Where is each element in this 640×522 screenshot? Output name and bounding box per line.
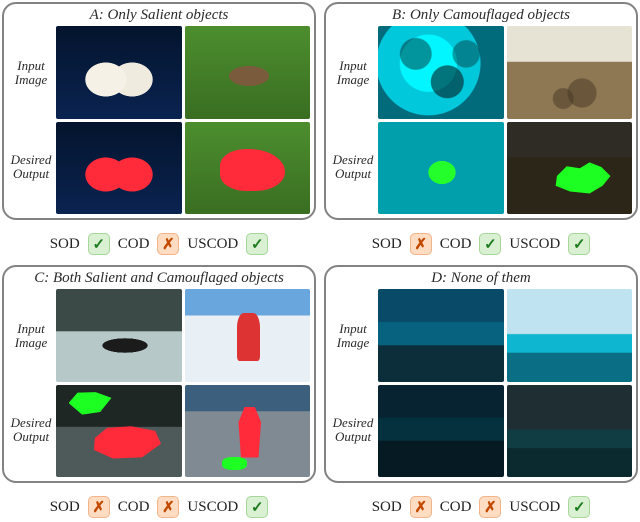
badge-c-uscod: ✓ [246, 496, 268, 518]
badge-a-sod: ✓ [88, 233, 110, 255]
panel-a-title: A: Only Salient objects [8, 7, 310, 24]
panel-c: C: Both Salient and Camouflaged objects … [2, 265, 316, 483]
label-input-image: InputImage [8, 59, 54, 86]
img-skier-output [185, 385, 311, 478]
panel-d-body: InputImage DesiredOutput [330, 289, 632, 477]
badge-d-cod: ✗ [479, 496, 501, 518]
panel-a-badges: SOD ✓ COD ✗ USCOD ✓ [2, 228, 316, 257]
badge-b-uscod: ✓ [568, 233, 590, 255]
label-sod: SOD [372, 499, 402, 516]
panel-a: A: Only Salient objects InputImage Desir… [2, 2, 316, 220]
badge-a-cod: ✗ [157, 233, 179, 255]
panel-b-images [378, 26, 632, 214]
panel-a-body: InputImage DesiredOutput [8, 26, 310, 214]
badge-c-cod: ✗ [157, 496, 179, 518]
label-cod: COD [440, 499, 472, 516]
img-swans-input [56, 26, 182, 119]
img-rabbit-output [185, 122, 311, 215]
label-uscod: USCOD [509, 236, 560, 253]
label-sod: SOD [50, 499, 80, 516]
panel-d-images [378, 289, 632, 477]
badge-c-sod: ✗ [88, 496, 110, 518]
img-rabbit-input [185, 26, 311, 119]
label-desired-output: DesiredOutput [330, 153, 376, 180]
label-cod: COD [118, 236, 150, 253]
badge-b-sod: ✗ [410, 233, 432, 255]
panel-d-rowlabels: InputImage DesiredOutput [330, 289, 376, 477]
badge-d-sod: ✗ [410, 496, 432, 518]
img-ocean1-input [378, 289, 504, 382]
label-cod: COD [118, 499, 150, 516]
panel-a-images [56, 26, 310, 214]
img-swimmer-input [56, 289, 182, 382]
label-desired-output: DesiredOutput [8, 153, 54, 180]
label-input-image: InputImage [330, 59, 376, 86]
label-uscod: USCOD [509, 499, 560, 516]
panel-c-badges: SOD ✗ COD ✗ USCOD ✓ [2, 491, 316, 520]
panel-d-badges: SOD ✗ COD ✗ USCOD ✓ [324, 491, 638, 520]
panel-c-body: InputImage DesiredOutput [8, 289, 310, 477]
label-sod: SOD [50, 236, 80, 253]
label-sod: SOD [372, 236, 402, 253]
panel-b-title: B: Only Camouflaged objects [330, 7, 632, 24]
panel-b: B: Only Camouflaged objects InputImage D… [324, 2, 638, 220]
badge-d-uscod: ✓ [568, 496, 590, 518]
img-soldier-output [507, 122, 633, 215]
img-ocean2-output [507, 385, 633, 478]
label-uscod: USCOD [187, 499, 238, 516]
label-input-image: InputImage [330, 322, 376, 349]
img-swans-output [56, 122, 182, 215]
label-desired-output: DesiredOutput [330, 416, 376, 443]
label-desired-output: DesiredOutput [8, 416, 54, 443]
panel-b-body: InputImage DesiredOutput [330, 26, 632, 214]
label-input-image: InputImage [8, 322, 54, 349]
img-swimmer-output [56, 385, 182, 478]
badge-b-cod: ✓ [479, 233, 501, 255]
panel-c-title: C: Both Salient and Camouflaged objects [8, 270, 310, 287]
img-reef-output [378, 122, 504, 215]
panel-b-badges: SOD ✗ COD ✓ USCOD ✓ [324, 228, 638, 257]
img-skier-input [185, 289, 311, 382]
img-reef-input [378, 26, 504, 119]
badge-a-uscod: ✓ [246, 233, 268, 255]
img-soldier-input [507, 26, 633, 119]
panel-c-images [56, 289, 310, 477]
label-cod: COD [440, 236, 472, 253]
img-ocean1-output [378, 385, 504, 478]
panel-b-rowlabels: InputImage DesiredOutput [330, 26, 376, 214]
label-uscod: USCOD [187, 236, 238, 253]
panel-c-rowlabels: InputImage DesiredOutput [8, 289, 54, 477]
figure-grid: A: Only Salient objects InputImage Desir… [2, 2, 638, 520]
panel-d: D: None of them InputImage DesiredOutput [324, 265, 638, 483]
panel-d-title: D: None of them [330, 270, 632, 287]
panel-a-rowlabels: InputImage DesiredOutput [8, 26, 54, 214]
img-ocean2-input [507, 289, 633, 382]
